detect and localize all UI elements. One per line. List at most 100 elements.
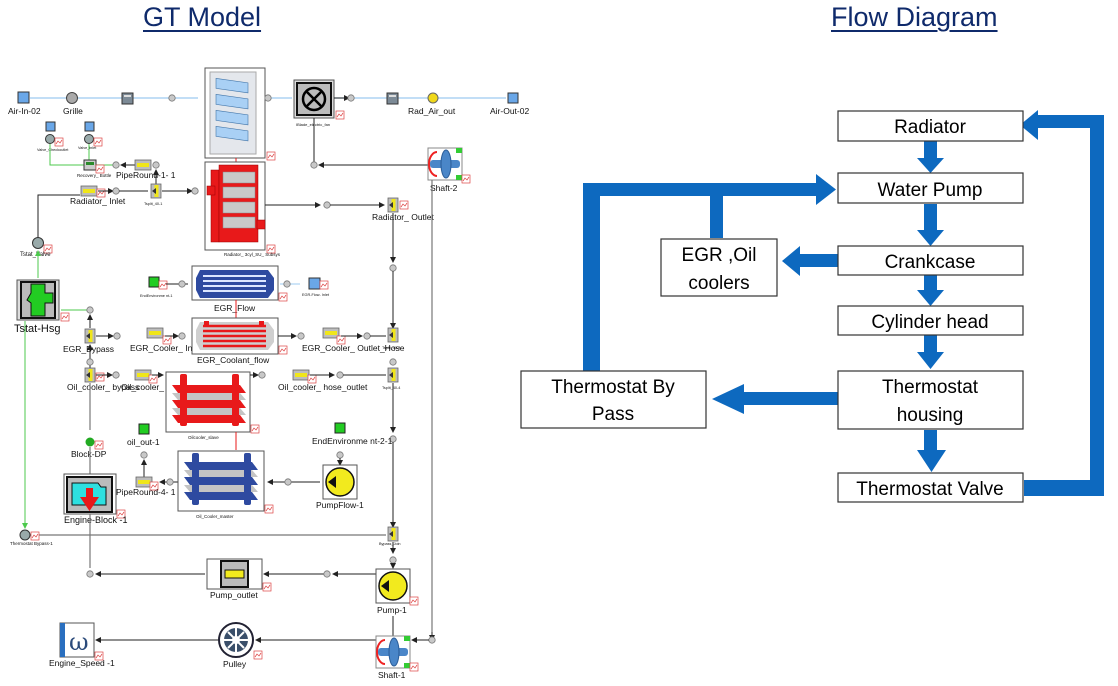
flow-boxes: Radiator Water Pump Crankcase Cylinder h… (520, 110, 1024, 503)
end-environment-2-1[interactable]: EndEnvironme nt-2-1 (312, 422, 393, 446)
oil-cooler-hose-outlet-label: Oil_cooler_ hose_outlet (278, 382, 368, 392)
radiator-air-side[interactable] (204, 67, 276, 161)
tstat-valve[interactable]: Tstat_Valve (20, 237, 53, 259)
arrow-cylinder-head-to-housing (917, 335, 944, 369)
valve-checkoutlet[interactable]: Valve_Checkoutlet (37, 121, 69, 152)
egr-flow-label: EGR_Flow (214, 303, 256, 313)
svg-text:ω: ω (69, 628, 89, 656)
oilcooler-slave-label: Oilcooler_slave (188, 435, 219, 440)
shaft-2[interactable]: Shaft-2 (427, 147, 471, 193)
recovery-bottle-label: Recovery_ Bottle (77, 173, 112, 178)
tstat-valve-label: Tstat_Valve (20, 252, 51, 258)
box-crankcase[interactable]: Crankcase (837, 245, 1024, 276)
valve-checkoutlet-label: Valve_Checkoutlet (37, 148, 69, 152)
pipe-round-4-1-label: PipeRound-4- 1 (116, 487, 176, 497)
pump-outlet-label: Pump_outlet (210, 590, 258, 600)
recovery-bottle[interactable]: Recovery_ Bottle (77, 159, 112, 178)
egr-cooler-outlet-hose[interactable] (322, 327, 340, 339)
egr-coolant-flow[interactable]: EGR_Coolant_flow (191, 317, 288, 365)
pump-1[interactable]: Pump-1 (375, 568, 419, 615)
block-dp[interactable]: Block-DP (71, 437, 107, 460)
air-chamber-1[interactable] (121, 92, 134, 105)
air-node-1 (168, 94, 176, 102)
air-out-02[interactable]: Air-Out-02 (490, 92, 529, 116)
radiator-outlet-label: Radiator_ Outlet (372, 212, 435, 222)
svg-text:Crankcase: Crankcase (885, 252, 976, 273)
tsplit-1[interactable] (150, 183, 162, 199)
air-out-02-label: Air-Out-02 (490, 106, 529, 116)
svg-text:Cylinder head: Cylinder head (871, 312, 988, 333)
box-thermostat-housing[interactable]: Thermostat housing (837, 370, 1024, 430)
oil-cooler-hose-inlet[interactable] (134, 369, 152, 381)
arrow-housing-to-bypass (712, 384, 838, 414)
egr-cooler-inlet-hose[interactable] (146, 327, 164, 339)
arrow-crankcase-to-egr-oil (782, 246, 838, 276)
valve-inlet[interactable]: Valve_inlet (78, 121, 103, 150)
egr-bypass[interactable]: EGR_Bypass (63, 328, 114, 354)
bypass-join[interactable]: Bypass_Join (379, 526, 401, 546)
radiator-outlet[interactable]: Radiator_ Outlet (372, 197, 435, 222)
radiator-inlet[interactable] (80, 185, 98, 197)
oil-out-1[interactable]: oil_out-1 (127, 423, 160, 447)
rad-air-out-label: Rad_Air_out (408, 106, 456, 116)
svg-text:Thermostat Valve: Thermostat Valve (856, 479, 1003, 500)
valve-inlet-label: Valve_inlet (78, 146, 97, 150)
box-cylinder-head[interactable]: Cylinder head (837, 305, 1024, 336)
grille[interactable]: Grille (63, 92, 83, 117)
pump-1-label: Pump-1 (377, 605, 407, 615)
pump-outlet[interactable]: Pump_outlet (206, 558, 272, 600)
egr-cooler-outlet-hose-label: EGR_Cooler_ Outlet_Hose (302, 343, 405, 353)
egr-flow-inlet-label: EGR-Flow- Inlet (302, 293, 330, 297)
gt-model-canvas: Air-In-02 Grille IBlade_electric_fan Rad… (8, 67, 529, 680)
end-env-2-1-label: EndEnvironme nt-2-1 (312, 436, 393, 446)
tsplit-4[interactable]: Tsplit_40-4 (382, 367, 400, 390)
svg-text:Water Pump: Water Pump (878, 180, 983, 201)
egr-coolant-flow-label: EGR_Coolant_flow (197, 355, 270, 365)
end-environment-1[interactable]: EndEnvironme nt-1 (140, 276, 173, 298)
radiator-coolant-side[interactable]: Radiator_ 3cyl_SU_ Subsys (204, 158, 281, 257)
pipe-round-1-1[interactable] (134, 159, 152, 171)
box-radiator[interactable]: Radiator (837, 110, 1024, 142)
bypass-join-label: Bypass_Join (379, 542, 401, 546)
oil-cooler-hose-outlet[interactable] (292, 369, 310, 381)
pulley-label: Pulley (223, 659, 247, 669)
tstat-hsg-label: Tstat-Hsg (14, 323, 60, 335)
shaft-2-label: Shaft-2 (430, 183, 458, 193)
arrow-bypass-to-water-pump (583, 174, 836, 371)
svg-text:coolers: coolers (688, 273, 749, 294)
tsplit-4-label: Tsplit_40-4 (382, 386, 400, 390)
tstat-housing[interactable]: Tstat-Hsg (14, 279, 70, 335)
egr-flow-inlet[interactable]: EGR-Flow- Inlet (302, 277, 330, 297)
oil-out-1-label: oil_out-1 (127, 437, 160, 447)
pump-flow-1-label: PumpFlow-1 (316, 500, 364, 510)
electric-fan[interactable]: IBlade_electric_fan (264, 79, 345, 127)
pump-flow-1[interactable]: PumpFlow-1 (316, 464, 364, 510)
box-thermostat-valve[interactable]: Thermostat Valve (837, 472, 1024, 503)
svg-text:housing: housing (897, 405, 964, 426)
pipe-round-4-1[interactable] (135, 476, 153, 488)
arrow-crankcase-to-cylinder-head (917, 275, 944, 306)
oil-cooler-master[interactable]: Oil_Cooler_master (177, 450, 274, 519)
radiator-inlet-label: Radiator_ Inlet (70, 196, 126, 206)
flow-arrows (583, 110, 1104, 496)
shaft-1[interactable]: Shaft-1 (375, 635, 419, 680)
engine-speed[interactable]: ω Engine_Speed -1 (49, 622, 115, 668)
box-egr-oil-coolers[interactable]: EGR ,Oil coolers (660, 238, 778, 297)
air-chamber-2[interactable] (386, 92, 399, 105)
pulley[interactable]: Pulley (218, 622, 263, 669)
thermostat-bypass-label: Thermostat Bypass-1 (10, 541, 53, 546)
egr-flow[interactable]: EGR_Flow (191, 265, 288, 313)
shaft-1-label: Shaft-1 (378, 670, 406, 680)
block-dp-label: Block-DP (71, 449, 107, 459)
svg-text:Radiator: Radiator (894, 117, 966, 138)
radiator-label: Radiator_ 3cyl_SU_ Subsys (224, 252, 281, 257)
fan-label: IBlade_electric_fan (296, 122, 330, 127)
flow-diagram-title: Flow Diagram (831, 2, 998, 32)
oilcooler-slave[interactable]: Oilcooler_slave (165, 371, 260, 440)
box-water-pump[interactable]: Water Pump (837, 172, 1024, 204)
air-in-02[interactable]: Air-In-02 (8, 91, 41, 116)
engine-block[interactable]: Engine-Block -1 (63, 473, 128, 525)
rad-air-out[interactable]: Rad_Air_out (408, 92, 456, 116)
arrow-radiator-to-water-pump (917, 140, 944, 173)
thermostat-bypass-1[interactable]: Thermostat Bypass-1 (10, 529, 53, 546)
